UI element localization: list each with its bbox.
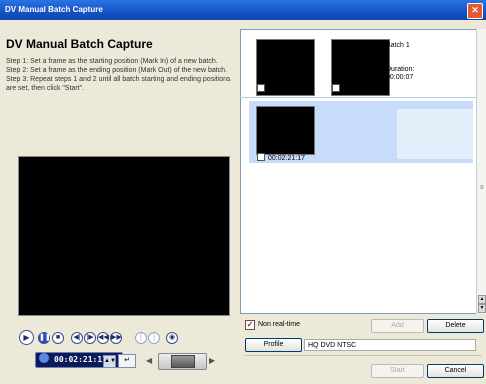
window-title: DV Manual Batch Capture <box>5 5 103 14</box>
video-preview <box>18 156 230 316</box>
stop-button[interactable]: ■ <box>52 332 64 344</box>
duration-value: 00:00:07 <box>386 74 414 81</box>
add-button[interactable]: Add <box>371 319 424 333</box>
batch-separator <box>240 97 476 98</box>
fast-forward-button[interactable]: ▶▶ <box>110 332 122 344</box>
timecode-value: 00:02:21:17 <box>54 355 107 364</box>
mark-in-button[interactable]: [ <box>135 332 147 344</box>
title-bar: DV Manual Batch Capture ✕ <box>0 0 486 20</box>
shuttle-knob[interactable] <box>171 355 195 368</box>
clock-icon <box>39 353 49 363</box>
batch-duration: Duration: 00:00:07 <box>386 66 414 82</box>
shuttle-slider[interactable] <box>158 353 207 370</box>
shuttle-right-icon[interactable]: ▶ <box>209 356 215 365</box>
thumbnail-checkbox[interactable] <box>332 84 340 92</box>
start-button[interactable]: Start <box>371 364 424 378</box>
instructions: Step 1: Set a frame as the starting posi… <box>6 57 236 93</box>
pause-button[interactable]: ❚❚ <box>38 332 51 344</box>
profile-button[interactable]: Profile <box>245 338 302 352</box>
rewind-button[interactable]: ◀◀ <box>97 332 109 344</box>
options-divider <box>244 355 482 356</box>
batch-label: Batch 1 <box>386 42 410 49</box>
thumbnail-caption: 00:02:21:17 <box>257 153 305 162</box>
thumbnail-checkbox[interactable] <box>257 84 265 92</box>
step-1-text: Step 1: Set a frame as the starting posi… <box>6 58 218 65</box>
prev-frame-button[interactable]: ◀| <box>71 332 83 344</box>
profile-value: HQ DVD NTSC <box>304 339 476 351</box>
step-2-text: Step 2: Set a frame as the ending positi… <box>6 67 228 74</box>
shuttle-left-icon[interactable]: ◀ <box>146 356 152 365</box>
timecode-spinner[interactable]: ▲▼ <box>103 355 116 368</box>
mark-out-button[interactable]: ] <box>148 332 160 344</box>
scroll-grip-icon[interactable]: ≡ <box>480 185 484 191</box>
close-icon[interactable]: ✕ <box>467 3 483 19</box>
selected-batch-placeholder <box>397 109 473 159</box>
page-title: DV Manual Batch Capture <box>6 37 153 51</box>
next-frame-button[interactable]: |▶ <box>84 332 96 344</box>
non-realtime-label: Non real-time <box>258 321 301 328</box>
duration-label: Duration: <box>386 66 415 73</box>
thumbnail-time: 00:02:21:17 <box>268 155 305 162</box>
scroll-up-icon[interactable]: ▲ <box>478 295 486 304</box>
thumbnail-caption: 00:02:11:12 <box>257 84 304 93</box>
delete-button[interactable]: Delete <box>427 319 484 333</box>
batch-list-scrollbar[interactable]: ≡ ▲ ▼ <box>476 29 486 314</box>
play-button[interactable]: ▶ <box>19 330 34 345</box>
step-3-text: Step 3: Repeat steps 1 and 2 until all b… <box>6 76 231 92</box>
batch-thumbnail-current[interactable] <box>256 106 315 155</box>
cancel-button[interactable]: Cancel <box>427 364 484 378</box>
dv-batch-capture-window: DV Manual Batch Capture ✕ DV Manual Batc… <box>0 0 486 384</box>
thumbnail-time: 00:02:18:24 <box>343 86 380 93</box>
thumbnail-caption: 00:02:18:24 <box>332 84 380 93</box>
thumbnail-checkbox[interactable] <box>257 153 265 161</box>
thumbnail-time: 00:02:11:12 <box>268 86 305 93</box>
enter-icon[interactable]: ↵ <box>118 354 136 368</box>
scroll-down-icon[interactable]: ▼ <box>478 304 486 313</box>
non-realtime-checkbox[interactable]: ✓ <box>245 320 255 330</box>
volume-icon[interactable]: ◉ <box>166 332 178 344</box>
